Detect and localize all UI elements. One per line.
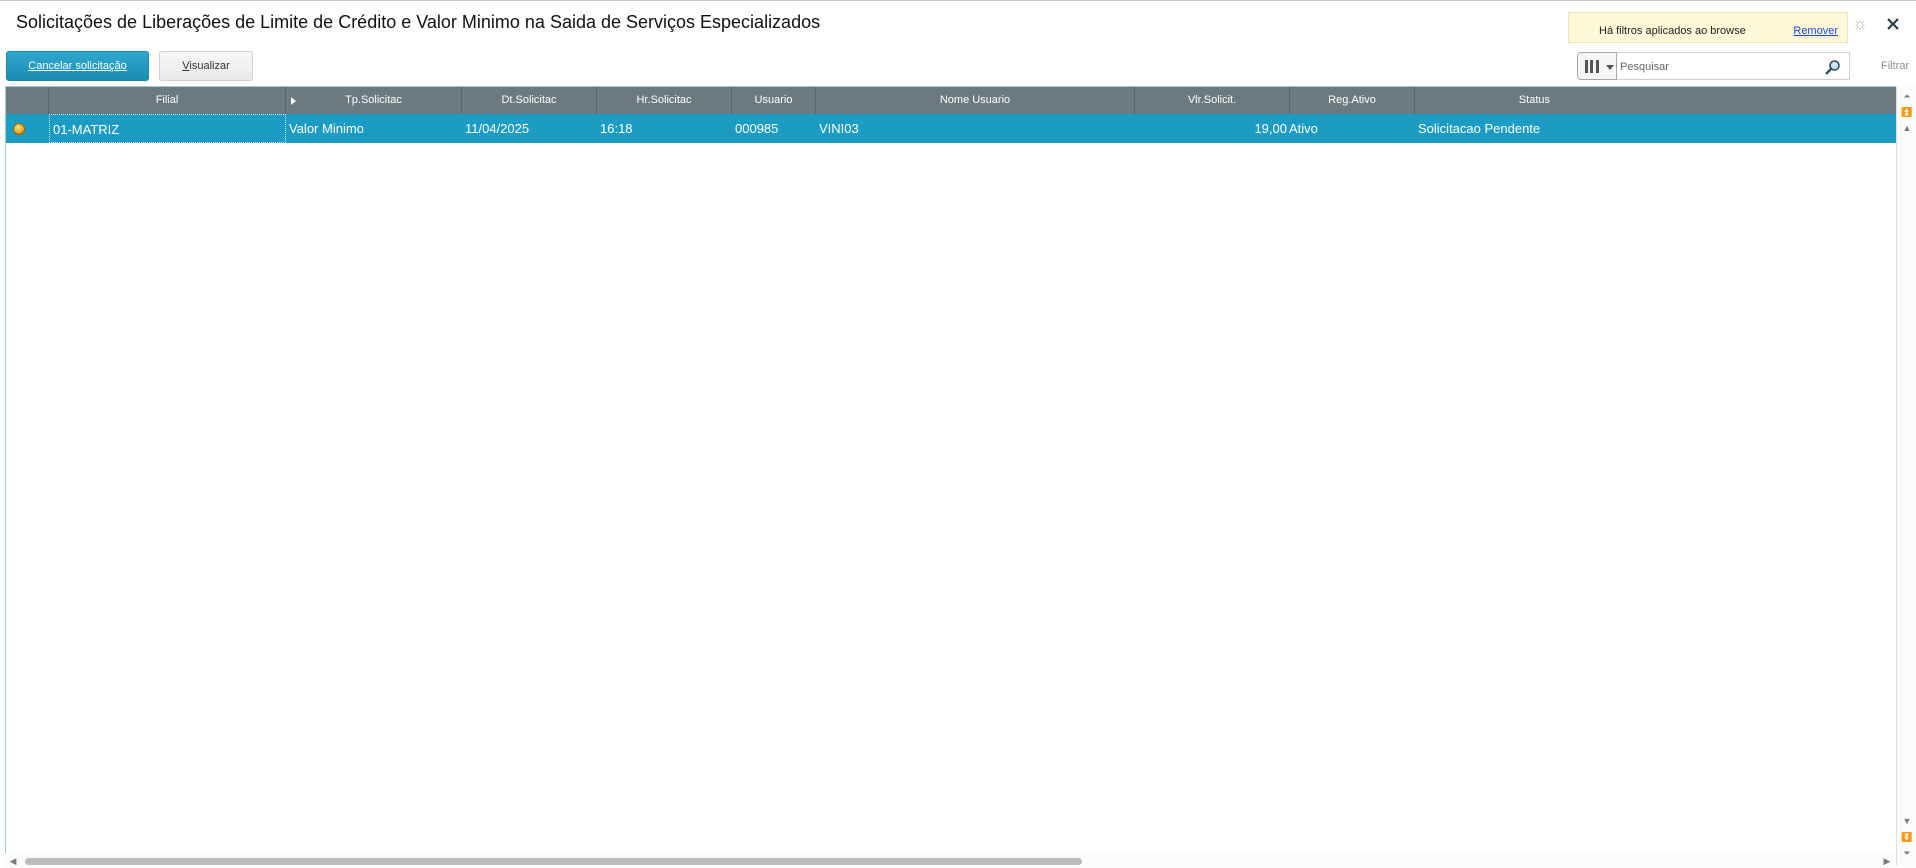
cell-hr-solicitac[interactable]: 16:18 [597, 114, 732, 143]
scroll-right-icon[interactable]: ▶ [1881, 855, 1893, 867]
column-header-tp-solicitac[interactable]: Tp.Solicitac [286, 87, 462, 114]
cell-dt-solicitac[interactable]: 11/04/2025 [462, 114, 597, 143]
cell-status[interactable]: Solicitacao Pendente [1415, 114, 1898, 143]
cell-filial[interactable]: 01-MATRIZ [49, 114, 286, 143]
scroll-left-icon[interactable]: ◀ [7, 855, 19, 867]
column-header-legend[interactable] [6, 87, 49, 114]
sort-arrow-icon [291, 97, 296, 105]
scroll-page-up-icon[interactable]: ⏫ [1897, 104, 1916, 120]
column-header-usuario[interactable]: Usuario [732, 87, 816, 114]
filter-notice-message: Há filtros aplicados ao browse [1599, 25, 1746, 37]
grid-header: Filial Tp.Solicitac Dt.Solicitac Hr.Soli… [6, 87, 1898, 114]
scroll-bottom-icon[interactable]: ⏷ [1897, 845, 1916, 861]
column-header-reg-ativo[interactable]: Reg.Ativo [1290, 87, 1415, 114]
horizontal-scroll-thumb[interactable] [25, 858, 1082, 865]
scroll-up-icon[interactable]: ▲ [1897, 120, 1916, 136]
scroll-top-icon[interactable]: ⏶ [1897, 88, 1916, 104]
vertical-scrollbar[interactable]: ⏶ ⏫ ▲ ▼ ⏬ ⏷ [1896, 86, 1916, 866]
chevron-down-icon [1606, 65, 1614, 70]
search-box [1617, 52, 1850, 80]
table-row[interactable]: 01-MATRIZ Valor Minimo 11/04/2025 16:18 … [6, 114, 1898, 143]
data-grid: Filial Tp.Solicitac Dt.Solicitac Hr.Soli… [5, 86, 1898, 866]
column-header-tp-solicitac-label: Tp.Solicitac [345, 94, 402, 106]
filter-notice: Há filtros aplicados ao browse Remover [1568, 12, 1848, 43]
horizontal-scrollbar[interactable]: ◀ ▶ [5, 853, 1896, 868]
filter-link[interactable]: Filtrar [1881, 60, 1909, 72]
column-header-nome-usuario[interactable]: Nome Usuario [816, 87, 1135, 114]
columns-toggle-button[interactable] [1577, 52, 1617, 80]
column-header-dt-solicitac[interactable]: Dt.Solicitac [462, 87, 597, 114]
column-header-filial[interactable]: Filial [49, 87, 286, 114]
cell-tp-solicitac[interactable]: Valor Minimo [286, 114, 462, 143]
cell-usuario[interactable]: 000985 [732, 114, 816, 143]
columns-icon [1585, 60, 1599, 73]
column-header-hr-solicitac[interactable]: Hr.Solicitac [597, 87, 732, 114]
cell-nome-usuario[interactable]: VINI03 [816, 114, 1135, 143]
remove-filters-link[interactable]: Remover [1793, 25, 1838, 37]
scroll-down-icon[interactable]: ▼ [1897, 813, 1916, 829]
close-icon[interactable] [1882, 13, 1904, 35]
view-button-label: isualizar [189, 60, 230, 72]
cell-vlr-solicit[interactable]: 19,00 [1135, 114, 1290, 143]
cancel-request-button[interactable]: Cancelar solicitação [6, 51, 149, 81]
page-title: Solicitações de Liberações de Limite de … [16, 12, 821, 32]
column-header-status[interactable]: Status [1415, 87, 1898, 114]
app-window: Solicitações de Liberações de Limite de … [0, 0, 1916, 868]
column-header-vlr-solicit[interactable]: Vlr.Solicit. [1135, 87, 1290, 114]
scroll-page-down-icon[interactable]: ⏬ [1897, 829, 1916, 845]
search-input[interactable] [1620, 57, 1820, 77]
search-icon[interactable] [1825, 59, 1841, 75]
view-button[interactable]: Visualizar [159, 51, 253, 81]
legend-status-icon [13, 123, 25, 135]
cell-reg-ativo[interactable]: Ativo [1286, 114, 1415, 143]
gear-icon[interactable]: ☼ [1851, 15, 1869, 33]
